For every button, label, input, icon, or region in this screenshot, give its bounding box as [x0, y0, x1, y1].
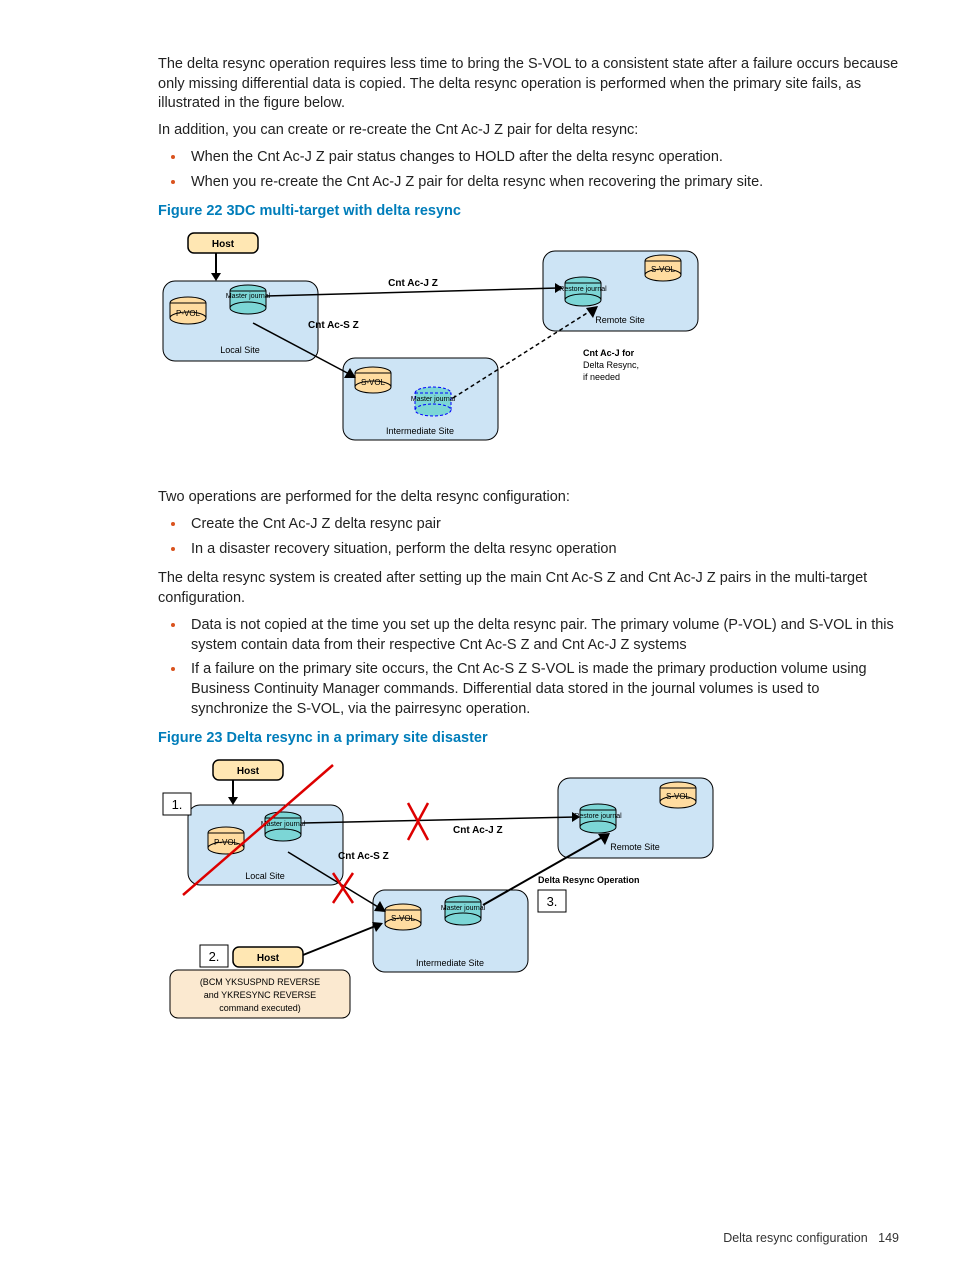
d22-delta3: if needed [583, 372, 620, 382]
d23-deltaop: Delta Resync Operation [538, 875, 640, 885]
para-intro-2: In addition, you can create or re-create… [158, 121, 899, 141]
d23-svol2: S-VOL [391, 914, 416, 923]
d23-n1: 1. [172, 797, 183, 812]
para-intro-1: The delta resync operation requires less… [158, 55, 899, 114]
d22-delta2: Delta Resync, [583, 360, 639, 370]
page-footer: Delta resync configuration 149 [723, 1230, 899, 1247]
figure-23-caption: Figure 23 Delta resync in a primary site… [158, 729, 899, 749]
d23-acsz: Cnt Ac-S Z [338, 851, 389, 862]
d22-pvol: P-VOL [176, 309, 201, 318]
figure-23-diagram: Host Local Site P-VOL Master journal 1. … [158, 755, 899, 1042]
d22-intermediate: Intermediate Site [386, 426, 454, 436]
footer-section: Delta resync configuration [723, 1231, 868, 1245]
d22-master2: Master journal [411, 396, 456, 403]
footer-page-num: 149 [878, 1231, 899, 1245]
d23-pvol: P-VOL [214, 838, 239, 847]
list-2-item-a: Create the Cnt Ac-J Z delta resync pair [186, 514, 899, 535]
d23-host: Host [237, 766, 260, 777]
d23-bcm2: and YKRESYNC REVERSE [204, 990, 316, 1000]
d23-intermediate: Intermediate Site [416, 958, 484, 968]
d23-host2: Host [257, 953, 280, 964]
d23-local: Local Site [245, 871, 285, 881]
d22-master: Master journal [226, 293, 271, 300]
d23-bcm1: (BCM YKSUSPND REVERSE [200, 977, 320, 987]
d22-remote: Remote Site [595, 315, 645, 325]
d22-restore: Restore journal [559, 286, 607, 293]
d22-delta1: Cnt Ac-J for [583, 348, 635, 358]
list-2-item-b: In a disaster recovery situation, perfor… [186, 539, 899, 560]
list-1: When the Cnt Ac-J Z pair status changes … [158, 147, 899, 192]
list-1-item-a: When the Cnt Ac-J Z pair status changes … [186, 147, 899, 168]
d23-restore: Restore journal [574, 813, 622, 820]
para-3: Two operations are performed for the del… [158, 488, 899, 508]
d23-master2: Master journal [441, 905, 486, 912]
d22-svol2: S-VOL [361, 378, 386, 387]
d23-n3: 3. [547, 894, 558, 909]
d23-svol: S-VOL [666, 792, 691, 801]
d22-acsz: Cnt Ac-S Z [308, 320, 359, 331]
list-1-item-b: When you re-create the Cnt Ac-J Z pair f… [186, 172, 899, 193]
list-2: Create the Cnt Ac-J Z delta resync pair … [158, 514, 899, 559]
d22-local: Local Site [220, 345, 260, 355]
figure-22-diagram: Host Local Site P-VOL Master journal Rem… [158, 228, 899, 470]
list-3: Data is not copied at the time you set u… [158, 615, 899, 719]
d22-host: Host [212, 239, 235, 250]
figure-22-caption: Figure 22 3DC multi-target with delta re… [158, 202, 899, 222]
para-4: The delta resync system is created after… [158, 569, 899, 608]
d23-acjz: Cnt Ac-J Z [453, 825, 503, 836]
list-3-item-a: Data is not copied at the time you set u… [186, 615, 899, 655]
d23-bcm3: command executed) [219, 1003, 301, 1013]
d23-n2: 2. [209, 949, 220, 964]
d22-svol: S-VOL [651, 265, 676, 274]
d22-acjz: Cnt Ac-J Z [388, 278, 438, 289]
d23-remote: Remote Site [610, 842, 660, 852]
list-3-item-b: If a failure on the primary site occurs,… [186, 659, 899, 719]
